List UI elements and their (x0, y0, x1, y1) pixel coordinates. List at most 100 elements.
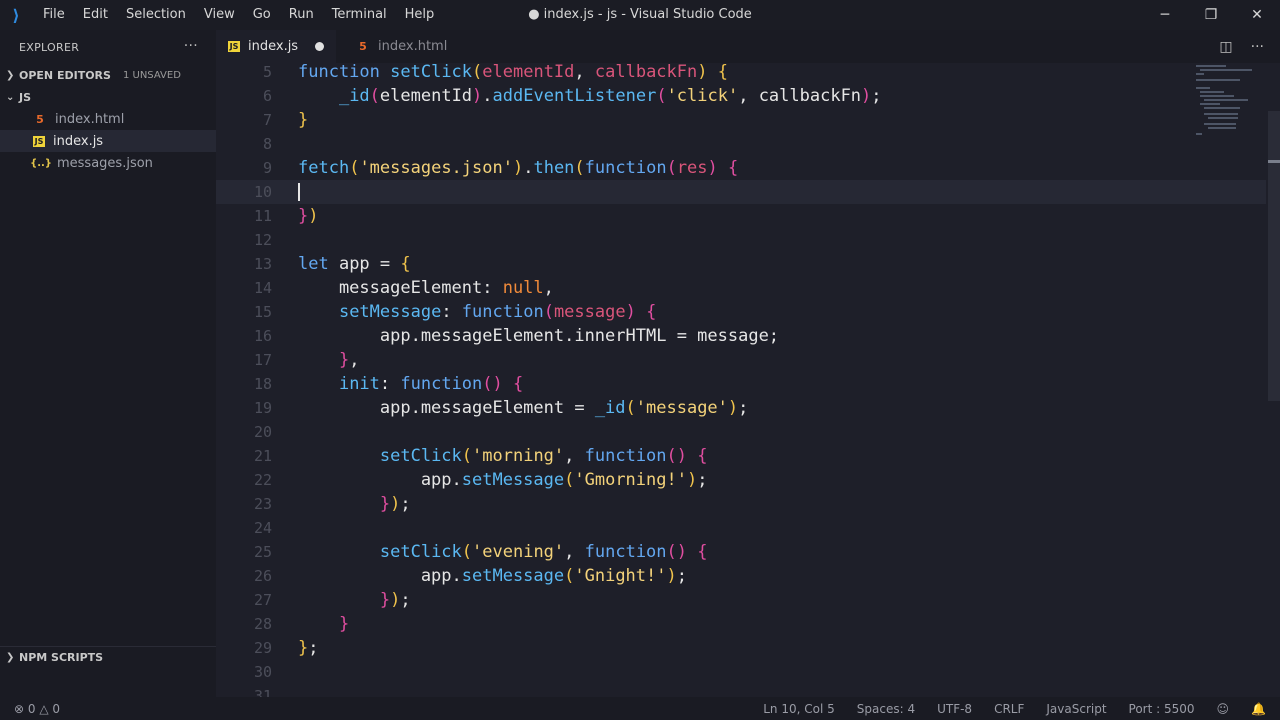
chevron-right-icon: ❯ (6, 652, 15, 663)
line-number: 13 (253, 255, 272, 273)
js-icon: JS (33, 135, 45, 147)
code-line-current: 10 (216, 180, 1266, 204)
status-bar: ⊗ 0 △ 0 Ln 10, Col 5 Spaces: 4 UTF-8 CRL… (0, 697, 1280, 720)
code-line: 11}) (216, 204, 1266, 228)
code-line: 29}; (216, 636, 1266, 660)
code-line: 23 }); (216, 492, 1266, 516)
editor-tabs: JS index.js 5 index.html ◫ ··· (216, 30, 1280, 63)
more-actions-icon[interactable]: ··· (184, 38, 198, 54)
code-line: 21 setClick('morning', function() { (216, 444, 1266, 468)
indentation[interactable]: Spaces: 4 (857, 702, 915, 716)
code-line: 17 }, (216, 348, 1266, 372)
line-number: 24 (253, 519, 272, 537)
line-number: 15 (253, 303, 272, 321)
folder-label: JS (19, 90, 32, 104)
menu-edit[interactable]: Edit (74, 0, 117, 30)
code-line: 26 app.setMessage('Gnight!'); (216, 564, 1266, 588)
tab-index-html[interactable]: 5 index.html (336, 30, 460, 63)
line-number: 10 (253, 183, 272, 201)
code-line: 6 _id(elementId).addEventListener('click… (216, 84, 1266, 108)
restore-icon[interactable]: ❐ (1188, 0, 1234, 30)
explorer-header: EXPLORER ··· (0, 30, 216, 64)
editor-actions: ◫ ··· (1219, 30, 1280, 63)
end-of-line[interactable]: CRLF (994, 702, 1024, 716)
minimize-icon[interactable]: ─ (1142, 0, 1188, 30)
code-line: 27 }); (216, 588, 1266, 612)
close-icon[interactable]: ✕ (1234, 0, 1280, 30)
line-number: 14 (253, 279, 272, 297)
menu-bar: File Edit Selection View Go Run Terminal… (34, 0, 443, 30)
file-label: messages.json (57, 155, 153, 171)
window-controls: ─ ❐ ✕ (1142, 0, 1280, 30)
code-line: 20 (216, 420, 1266, 444)
code-line: 25 setClick('evening', function() { (216, 540, 1266, 564)
code-editor[interactable]: 5 function setClick(elementId, callbackFn… (216, 63, 1280, 697)
line-number: 18 (253, 375, 272, 393)
code-line: 24 (216, 516, 1266, 540)
line-number: 31 (253, 687, 272, 697)
split-editor-icon[interactable]: ◫ (1219, 39, 1232, 55)
line-number: 6 (262, 87, 272, 105)
line-number: 29 (253, 639, 272, 657)
unsaved-badge: 1 UNSAVED (122, 69, 181, 81)
code-line: 7} (216, 108, 1266, 132)
language-mode[interactable]: JavaScript (1046, 702, 1106, 716)
tab-index-js[interactable]: JS index.js (216, 30, 336, 63)
line-number: 7 (262, 111, 272, 129)
code-line: 22 app.setMessage('Gmorning!'); (216, 468, 1266, 492)
open-editors-section[interactable]: ❯ OPEN EDITORS 1 UNSAVED (0, 64, 216, 86)
npm-scripts-label: NPM SCRIPTS (19, 651, 104, 664)
code-line: 5 function setClick(elementId, callbackFn… (216, 63, 1266, 84)
line-number: 21 (253, 447, 272, 465)
title-bar: ⟩ File Edit Selection View Go Run Termin… (0, 0, 1280, 30)
line-number: 17 (253, 351, 272, 369)
menu-run[interactable]: Run (280, 0, 323, 30)
cursor-position[interactable]: Ln 10, Col 5 (763, 702, 835, 716)
folder-js[interactable]: ⌄ JS (0, 86, 216, 108)
line-number: 5 (262, 63, 272, 81)
json-icon: {..} (30, 157, 52, 169)
vscode-logo-icon: ⟩ (12, 5, 20, 25)
code-line: 8 (216, 132, 1266, 156)
chevron-down-icon: ⌄ (6, 91, 15, 103)
html5-icon: 5 (36, 112, 44, 126)
menu-help[interactable]: Help (396, 0, 444, 30)
line-number: 27 (253, 591, 272, 609)
code-line: 14 messageElement: null, (216, 276, 1266, 300)
menu-go[interactable]: Go (244, 0, 280, 30)
status-left: ⊗ 0 △ 0 (0, 702, 60, 716)
encoding[interactable]: UTF-8 (937, 702, 972, 716)
line-number: 28 (253, 615, 272, 633)
line-number: 8 (262, 135, 272, 153)
more-actions-icon[interactable]: ··· (1251, 39, 1264, 55)
minimap[interactable] (1194, 63, 1270, 143)
code-line: 13 let app = { (216, 252, 1266, 276)
unsaved-dot-icon[interactable] (315, 42, 324, 51)
code-line: 15 setMessage: function(message) { (216, 300, 1266, 324)
line-number: 16 (253, 327, 272, 345)
file-item-messages-json[interactable]: {..} messages.json (0, 152, 216, 174)
code-line: 31 (216, 684, 1266, 697)
html5-icon: 5 (359, 40, 367, 53)
live-server-port[interactable]: Port : 5500 (1129, 702, 1195, 716)
explorer-sidebar: EXPLORER ··· ❯ OPEN EDITORS 1 UNSAVED ⌄ … (0, 30, 216, 697)
notifications-bell-icon[interactable]: 🔔 (1251, 702, 1266, 716)
menu-terminal[interactable]: Terminal (323, 0, 396, 30)
file-item-index-html[interactable]: 5 index.html (0, 108, 216, 130)
menu-selection[interactable]: Selection (117, 0, 195, 30)
menu-file[interactable]: File (34, 0, 74, 30)
code-line: 18 init: function() { (216, 372, 1266, 396)
chevron-right-icon: ❯ (6, 69, 15, 81)
menu-view[interactable]: View (195, 0, 244, 30)
feedback-icon[interactable]: ☺ (1217, 702, 1230, 716)
text-cursor (298, 183, 300, 201)
file-item-index-js[interactable]: JS index.js (0, 130, 216, 152)
code-line: 19 app.messageElement = _id('message'); (216, 396, 1266, 420)
line-number: 11 (253, 207, 272, 225)
explorer-title: EXPLORER (19, 40, 80, 54)
npm-scripts-section[interactable]: ❯ NPM SCRIPTS (0, 646, 216, 668)
line-number: 22 (253, 471, 272, 489)
problems-indicator[interactable]: ⊗ 0 △ 0 (14, 702, 60, 716)
line-number: 9 (262, 159, 272, 177)
vertical-scrollbar[interactable] (1268, 111, 1280, 401)
